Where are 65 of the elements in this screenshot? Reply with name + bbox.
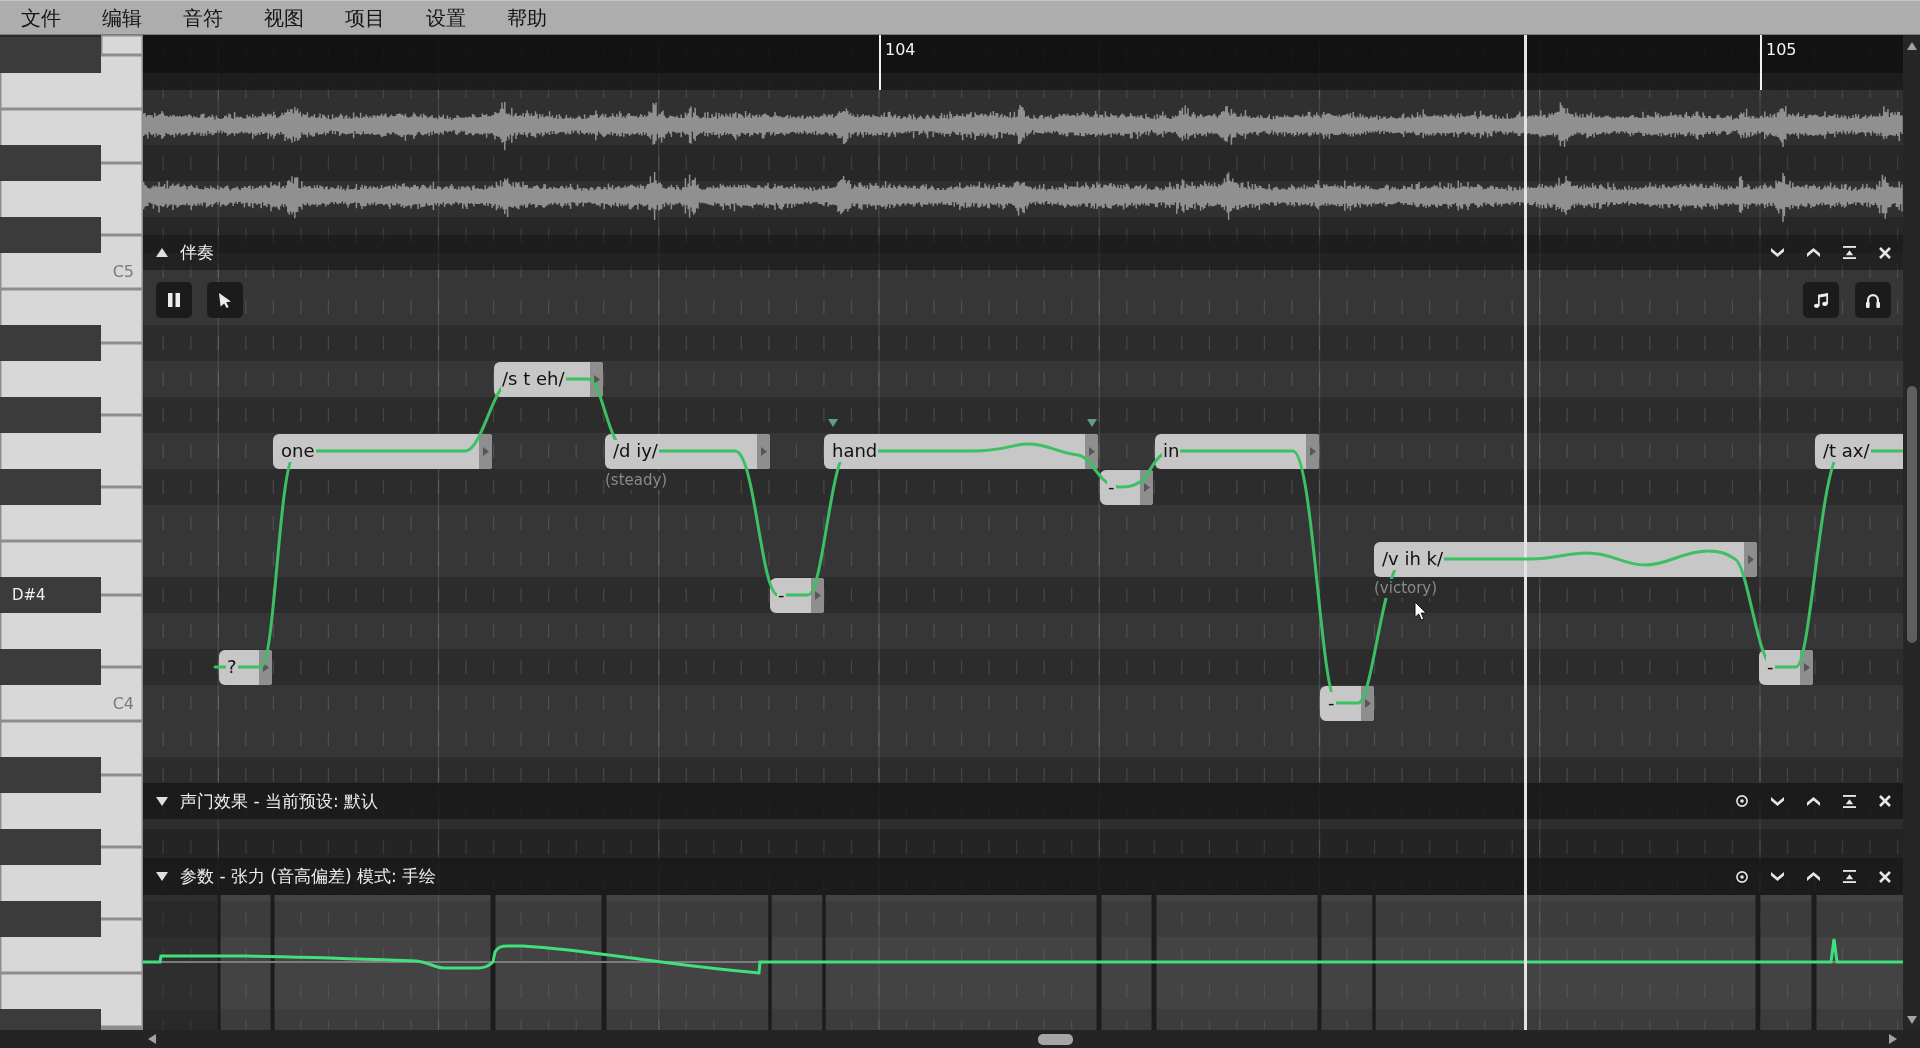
close-icon[interactable] bbox=[1879, 870, 1891, 883]
fit-height-icon[interactable] bbox=[1843, 794, 1856, 808]
menu-item[interactable]: 设置 bbox=[405, 2, 486, 33]
note[interactable]: /d iy/ bbox=[605, 433, 770, 469]
triangle-down-icon[interactable] bbox=[156, 796, 168, 806]
note[interactable]: - bbox=[1100, 469, 1153, 505]
close-icon[interactable] bbox=[1879, 795, 1891, 807]
chevron-down-icon[interactable] bbox=[1771, 796, 1784, 806]
arrow-up-icon[interactable] bbox=[1906, 42, 1917, 50]
menu-item[interactable]: 音符 bbox=[162, 2, 243, 33]
timeline-ruler[interactable]: 104 105 bbox=[143, 35, 1903, 90]
key-label: D#4 bbox=[12, 586, 46, 604]
note[interactable]: /s t eh/ bbox=[494, 361, 603, 397]
menu-item[interactable]: 帮助 bbox=[486, 2, 567, 33]
bar-number: 105 bbox=[1766, 40, 1797, 59]
pause-icon bbox=[168, 293, 180, 307]
note-button[interactable] bbox=[1803, 282, 1839, 318]
target-icon[interactable] bbox=[1736, 795, 1748, 807]
sharp-key[interactable] bbox=[0, 577, 101, 613]
chevron-up-icon[interactable] bbox=[1807, 872, 1820, 881]
caret-right-icon[interactable] bbox=[1744, 541, 1757, 577]
bar-number: 104 bbox=[885, 40, 916, 59]
note[interactable]: - bbox=[770, 577, 824, 613]
music-note-icon bbox=[1814, 292, 1828, 308]
caret-right-icon[interactable] bbox=[757, 433, 770, 469]
caret-right-icon[interactable] bbox=[1800, 649, 1813, 685]
mouse-pointer-icon bbox=[1414, 601, 1427, 621]
panel-title: 声门效果 - 当前预设: 默认 bbox=[180, 789, 379, 813]
pause-button[interactable] bbox=[156, 282, 192, 318]
caret-right-icon[interactable] bbox=[1306, 433, 1319, 469]
select-tool-button[interactable] bbox=[207, 282, 243, 318]
fit-height-icon[interactable] bbox=[1843, 870, 1856, 883]
track-title: 伴奏 bbox=[180, 241, 214, 264]
headphones-icon bbox=[1866, 292, 1880, 308]
menu-item[interactable]: 文件 bbox=[0, 2, 81, 33]
horizontal-scrollbar[interactable] bbox=[0, 1030, 1920, 1048]
key-label: C5 bbox=[112, 261, 134, 281]
menu-item[interactable]: 编辑 bbox=[81, 2, 162, 33]
scroll-thumb[interactable] bbox=[1906, 386, 1917, 643]
scroll-thumb[interactable] bbox=[1038, 1033, 1073, 1045]
arrow-down-icon[interactable] bbox=[1906, 1016, 1917, 1024]
chevron-down-icon[interactable] bbox=[1771, 248, 1784, 257]
note[interactable]: /t ax/ bbox=[1815, 433, 1903, 469]
menu-item[interactable]: 视图 bbox=[243, 2, 324, 33]
lyric-word-label: (victory) bbox=[1374, 578, 1438, 598]
triangle-down-icon[interactable] bbox=[156, 872, 168, 881]
close-icon[interactable] bbox=[1879, 246, 1891, 259]
note[interactable]: ? bbox=[219, 649, 272, 685]
lyric-word-label: (steady) bbox=[605, 470, 668, 490]
chevron-up-icon[interactable] bbox=[1807, 796, 1820, 806]
arrow-right-icon[interactable] bbox=[1889, 1034, 1897, 1044]
key-label: C4 bbox=[112, 693, 134, 713]
fit-height-icon[interactable] bbox=[1843, 246, 1856, 259]
panel-title: 参数 - 张力 (音高偏差) 模式: 手绘 bbox=[180, 865, 437, 888]
caret-right-icon[interactable] bbox=[479, 433, 492, 469]
arrow-left-icon[interactable] bbox=[148, 1034, 156, 1044]
vertical-scrollbar[interactable] bbox=[1903, 35, 1920, 1030]
triangle-up-icon[interactable] bbox=[156, 248, 168, 257]
chevron-up-icon[interactable] bbox=[1807, 248, 1820, 257]
menu-item[interactable]: 项目 bbox=[324, 2, 405, 33]
chevron-down-icon[interactable] bbox=[1771, 872, 1784, 881]
headphones-button[interactable] bbox=[1855, 282, 1891, 318]
target-icon[interactable] bbox=[1736, 870, 1748, 883]
cursor-arrow-icon bbox=[219, 292, 231, 308]
note[interactable]: - bbox=[1759, 649, 1813, 685]
